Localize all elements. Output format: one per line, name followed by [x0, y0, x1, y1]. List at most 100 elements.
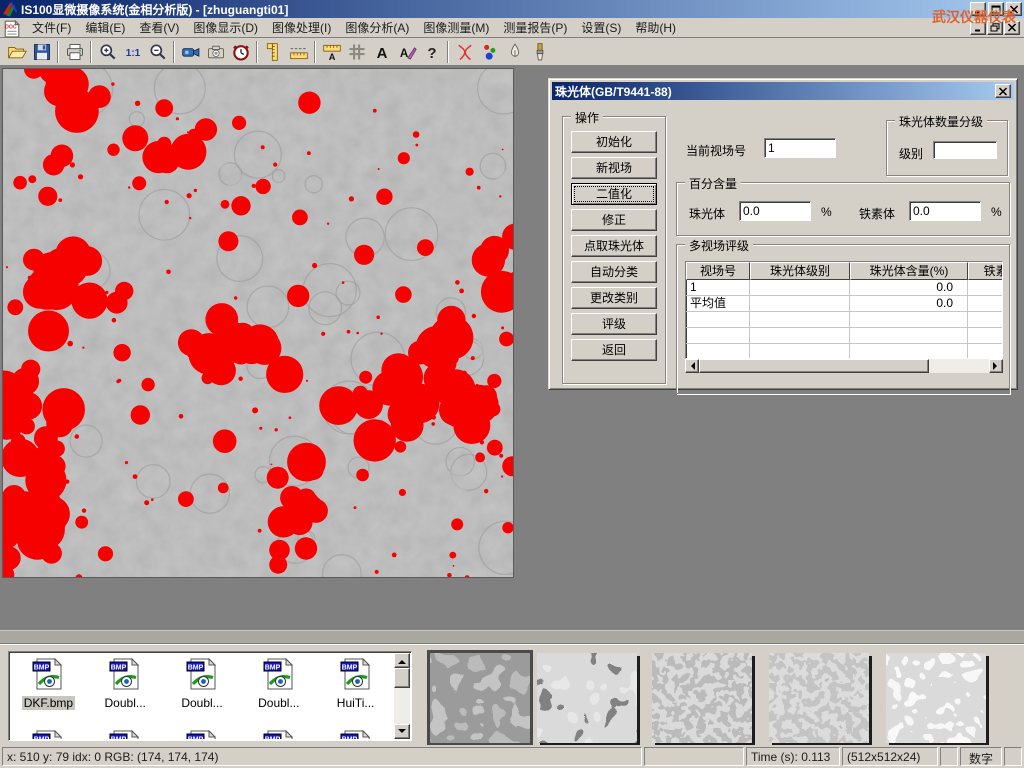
menu-item-9[interactable]: 帮助(H): [628, 17, 683, 38]
grid-measure-icon[interactable]: [344, 40, 369, 64]
spline-cut-icon[interactable]: [452, 40, 477, 64]
maximize-button[interactable]: [988, 2, 1004, 16]
menu-item-6[interactable]: 图像测量(M): [416, 17, 496, 38]
rating-cell: [968, 296, 1003, 312]
ink-pen-icon[interactable]: [502, 40, 527, 64]
menu-item-8[interactable]: 设置(S): [574, 17, 628, 38]
file-item-4[interactable]: BMPHuiTi...: [317, 653, 394, 725]
hscroll-thumb[interactable]: [699, 359, 929, 373]
file-name: Doubl...: [103, 696, 148, 710]
measure-text-icon[interactable]: A: [319, 40, 344, 64]
caliper-icon[interactable]: [261, 40, 286, 64]
rating-cell: [850, 344, 968, 359]
pearlite-percent-input[interactable]: [739, 201, 811, 221]
file-item-3[interactable]: BMP Doubl...: [240, 653, 317, 725]
op-button-7[interactable]: 评级: [571, 313, 657, 335]
help-icon[interactable]: ?: [419, 40, 444, 64]
bmp-file-icon: BMP: [262, 657, 296, 694]
op-button-6[interactable]: 更改类别: [571, 287, 657, 309]
mdi-restore-button[interactable]: [987, 21, 1003, 35]
status-blank-1: [644, 747, 744, 766]
menu-item-4[interactable]: 图像处理(I): [265, 17, 338, 38]
window-title: IS100显微摄像系统(金相分析版) - [zhuguangti01]: [21, 1, 970, 18]
menu-item-2[interactable]: 查看(V): [132, 17, 186, 38]
print-icon[interactable]: [62, 40, 87, 64]
dialog-close-icon[interactable]: [995, 84, 1011, 98]
vscroll-thumb[interactable]: [394, 668, 410, 688]
file-item-1[interactable]: BMPDoubl...: [87, 653, 164, 725]
texture-thumbnail-0[interactable]: [430, 653, 530, 743]
scroll-right-icon[interactable]: [989, 359, 1003, 373]
file-browser-vscrollbar[interactable]: [394, 653, 410, 739]
file-item-row2-1[interactable]: BMP: [87, 725, 164, 739]
grade-label: 级别: [899, 145, 923, 162]
file-name: HuiTi...: [335, 696, 377, 710]
panel-splitter[interactable]: [0, 630, 1024, 644]
file-name: Doubl...: [256, 696, 301, 710]
zoom-out-icon[interactable]: [145, 40, 170, 64]
title-bar: IS100显微摄像系统(金相分析版) - [zhuguangti01]: [0, 0, 1024, 18]
rating-table-header: 视场号珠光体级别珠光体含量(%)铁素体含量(%): [686, 262, 1002, 280]
capture-camera-icon[interactable]: [203, 40, 228, 64]
mdi-close-button[interactable]: [1004, 21, 1020, 35]
rating-cell: [850, 312, 968, 328]
annotate-icon[interactable]: A: [394, 40, 419, 64]
rating-cell: [750, 312, 850, 328]
pearlite-percent-label: 珠光体: [689, 205, 725, 222]
menu-item-7[interactable]: 测量报告(P): [496, 17, 574, 38]
op-button-4[interactable]: 点取珠光体: [571, 235, 657, 257]
op-button-2[interactable]: 二值化: [571, 183, 657, 205]
menu-item-5[interactable]: 图像分析(A): [338, 17, 416, 38]
texture-thumbnail-4[interactable]: [886, 653, 986, 743]
rating-group-title: 多视场评级: [685, 237, 753, 254]
operations-group-title: 操作: [571, 109, 603, 126]
status-position: x: 510 y: 79 idx: 0 RGB: (174, 174, 174): [2, 747, 642, 766]
rating-cell: [750, 280, 850, 296]
pearlite-dialog: 珠光体(GB/T9441-88) 操作 初始化新视场二值化修正点取珠光体自动分类…: [548, 78, 1018, 390]
zoom-in-icon[interactable]: [95, 40, 120, 64]
video-camera-icon[interactable]: [178, 40, 203, 64]
save-icon[interactable]: [29, 40, 54, 64]
menu-item-1[interactable]: 编辑(E): [78, 17, 132, 38]
status-blank-3: [1004, 747, 1022, 766]
op-button-1[interactable]: 新视场: [571, 157, 657, 179]
texture-thumbnail-1[interactable]: [537, 653, 637, 743]
file-item-row2-2[interactable]: BMP: [164, 725, 241, 739]
op-button-3[interactable]: 修正: [571, 209, 657, 231]
rating-cell: 1: [686, 280, 750, 296]
menu-item-0[interactable]: 文件(F): [25, 17, 78, 38]
texture-thumbnail-3[interactable]: [769, 653, 869, 743]
op-button-8[interactable]: 返回: [571, 339, 657, 361]
file-item-row2-3[interactable]: BMP: [240, 725, 317, 739]
paint-brush-icon[interactable]: [527, 40, 552, 64]
bmp-file-icon: BMP: [262, 729, 296, 739]
close-button[interactable]: [1006, 2, 1022, 16]
open-file-icon[interactable]: [4, 40, 29, 64]
scroll-up-icon[interactable]: [394, 653, 410, 668]
timer-clock-icon[interactable]: [228, 40, 253, 64]
scroll-down-icon[interactable]: [394, 724, 410, 739]
text-a-icon[interactable]: A: [369, 40, 394, 64]
mdi-minimize-button[interactable]: [970, 21, 986, 35]
minimize-button[interactable]: [970, 2, 986, 16]
actual-size-icon[interactable]: 1:1: [120, 40, 145, 64]
ruler-icon[interactable]: [286, 40, 311, 64]
op-button-5[interactable]: 自动分类: [571, 261, 657, 283]
file-item-row2-4[interactable]: BMP: [317, 725, 394, 739]
file-item-row2-0[interactable]: BMP: [10, 725, 87, 739]
scroll-left-icon[interactable]: [685, 359, 699, 373]
svg-text:A: A: [328, 51, 335, 61]
op-button-0[interactable]: 初始化: [571, 131, 657, 153]
specimen-image[interactable]: [2, 68, 514, 578]
file-item-2[interactable]: BMPDoubl...: [164, 653, 241, 725]
current-view-input[interactable]: [764, 138, 836, 158]
rating-table-hscrollbar[interactable]: [685, 359, 1003, 373]
grade-input[interactable]: [933, 141, 997, 159]
dialog-title: 珠光体(GB/T9441-88): [555, 83, 995, 100]
texture-thumbnail-2[interactable]: [652, 653, 752, 743]
menu-item-3[interactable]: 图像显示(D): [186, 17, 265, 38]
color-classify-icon[interactable]: [477, 40, 502, 64]
ferrite-percent-input[interactable]: [909, 201, 981, 221]
file-item-0[interactable]: BMPDKF.bmp: [10, 653, 87, 725]
svg-text:BMP: BMP: [111, 736, 127, 739]
